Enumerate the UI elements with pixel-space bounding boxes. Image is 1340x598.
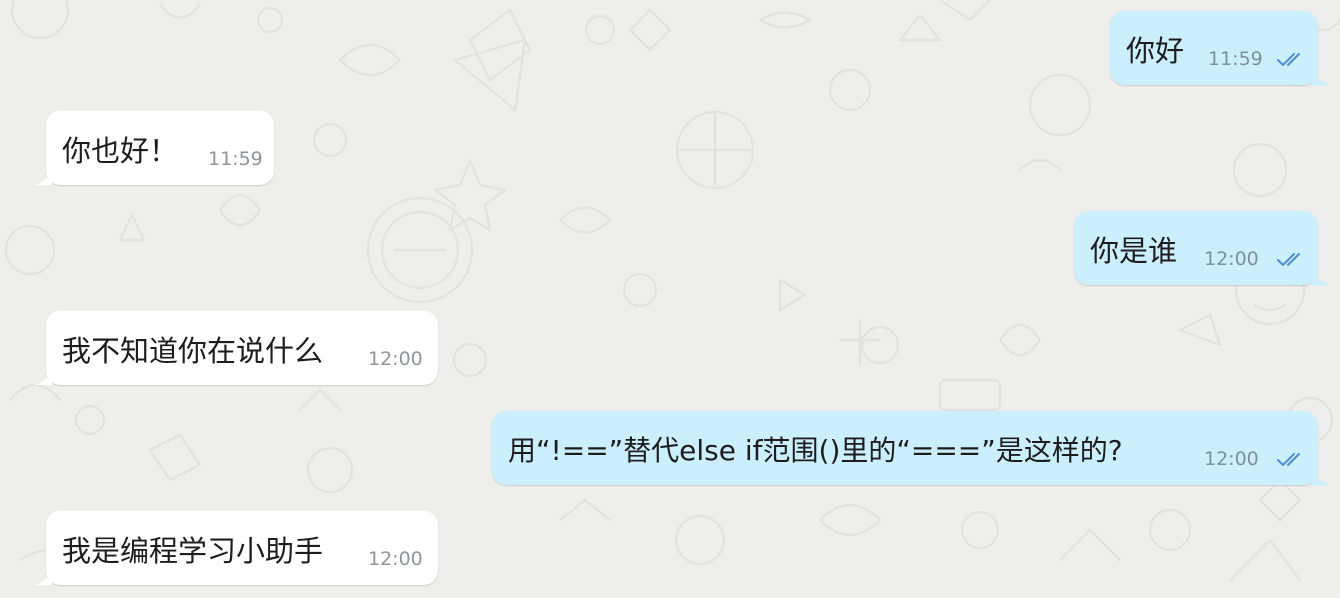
message-time: 12:00: [1204, 248, 1259, 270]
message-text: 我不知道你在说什么: [62, 334, 324, 368]
message-bubble-outgoing[interactable]: 用“!==”替代else if范围()里的“===”是这样的? 12:00: [492, 411, 1330, 485]
message-time: 12:00: [368, 348, 423, 370]
bubble-tail: [1312, 263, 1330, 285]
bubble-tail: [34, 563, 52, 585]
bubble-tail: [1312, 63, 1330, 85]
message-time: 12:00: [368, 548, 423, 570]
bubble-tail: [34, 363, 52, 385]
message-text: 用“!==”替代else if范围()里的“===”是这样的?: [508, 434, 1123, 467]
message-time: 11:59: [1208, 48, 1263, 70]
message-text: 你是谁: [1090, 234, 1178, 268]
message-text: 你也好！: [62, 134, 179, 168]
message-time: 12:00: [1204, 448, 1259, 470]
double-check-icon: [1277, 253, 1300, 266]
message-list: 你好 11:59 你也好！ 11:59 你是谁 12:00 我不知道你在说什么 …: [0, 0, 1340, 598]
message-time: 11:59: [208, 148, 263, 170]
message-text: 我是编程学习小助手: [62, 534, 324, 568]
bubble-tail: [1312, 463, 1330, 485]
message-bubble-incoming[interactable]: 我不知道你在说什么 12:00: [34, 311, 438, 385]
double-check-icon: [1277, 53, 1300, 66]
message-bubble-outgoing[interactable]: 你是谁 12:00: [1074, 211, 1330, 285]
message-text: 你好: [1126, 34, 1185, 68]
double-check-icon: [1277, 453, 1300, 466]
bubble-tail: [34, 163, 52, 185]
message-bubble-incoming[interactable]: 我是编程学习小助手 12:00: [34, 511, 438, 585]
message-bubble-incoming[interactable]: 你也好！ 11:59: [34, 111, 274, 185]
message-bubble-outgoing[interactable]: 你好 11:59: [1110, 11, 1330, 85]
